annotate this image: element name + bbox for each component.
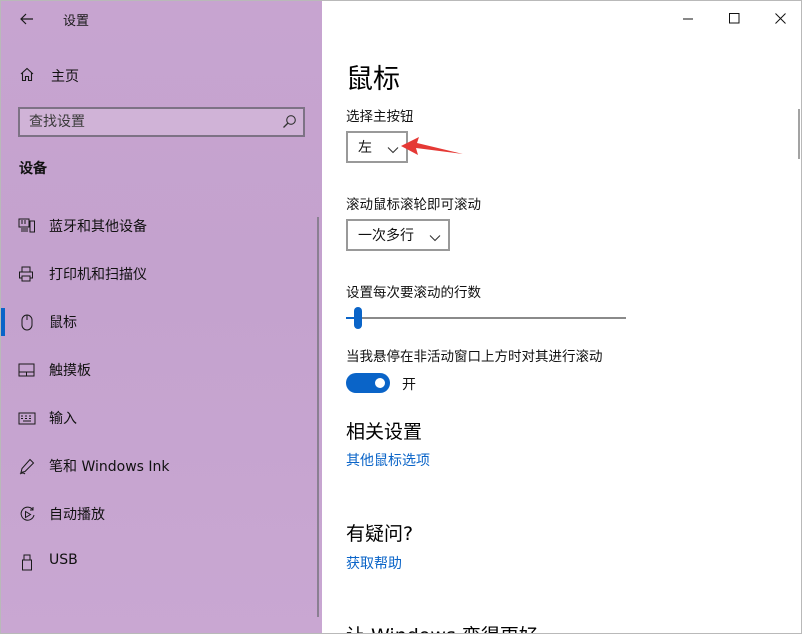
improve-windows-heading: 让 Windows 变得更好 xyxy=(346,621,538,633)
scroll-mode-label: 滚动鼠标滚轮即可滚动 xyxy=(346,197,481,213)
sidebar: 设置 主页 设备 蓝牙和其他设备 xyxy=(1,1,322,633)
get-help-link[interactable]: 获取帮助 xyxy=(346,553,402,573)
inactive-scroll-state: 开 xyxy=(402,377,416,393)
search-input[interactable] xyxy=(20,109,270,135)
question-heading: 有疑问? xyxy=(346,523,414,545)
sidebar-item-label: 蓝牙和其他设备 xyxy=(49,219,147,235)
active-indicator xyxy=(1,308,5,336)
minimize-button[interactable] xyxy=(665,1,711,35)
sidebar-item-usb[interactable]: USB xyxy=(1,538,322,586)
search-box[interactable] xyxy=(18,107,305,137)
bluetooth-devices-icon xyxy=(18,218,36,234)
scroll-lines-slider[interactable] xyxy=(346,307,626,331)
autoplay-icon xyxy=(18,506,36,522)
sidebar-item-label: 鼠标 xyxy=(49,315,77,331)
sidebar-item-label: 打印机和扫描仪 xyxy=(49,267,147,283)
touchpad-icon xyxy=(18,362,36,378)
sidebar-item-mouse[interactable]: 鼠标 xyxy=(1,298,322,346)
main-content: 鼠标 选择主按钮 左 滚动鼠标滚轮即可滚动 一次多行 设置每次要滚动的行数 当我… xyxy=(322,1,801,633)
sidebar-item-home[interactable]: 主页 xyxy=(1,59,322,91)
maximize-icon xyxy=(728,12,739,23)
home-icon xyxy=(19,67,35,86)
sidebar-scrollbar[interactable] xyxy=(317,217,319,617)
sidebar-item-pen[interactable]: 笔和 Windows Ink xyxy=(1,442,322,490)
sidebar-item-touchpad[interactable]: 触摸板 xyxy=(1,346,322,394)
sidebar-item-printers[interactable]: 打印机和扫描仪 xyxy=(1,250,322,298)
related-settings-heading: 相关设置 xyxy=(346,421,423,443)
inactive-scroll-label: 当我悬停在非活动窗口上方时对其进行滚动 xyxy=(346,349,603,365)
scroll-mode-select[interactable]: 一次多行 xyxy=(346,219,450,251)
sidebar-item-label: 触摸板 xyxy=(49,363,91,379)
mouse-icon xyxy=(18,314,36,330)
pen-icon xyxy=(18,458,36,474)
close-icon xyxy=(774,12,786,24)
sidebar-item-home-label: 主页 xyxy=(51,69,79,85)
slider-thumb[interactable] xyxy=(354,307,362,329)
content-scrollbar[interactable] xyxy=(798,109,800,159)
sidebar-item-autoplay[interactable]: 自动播放 xyxy=(1,490,322,538)
inactive-scroll-toggle[interactable] xyxy=(346,373,390,393)
sidebar-item-label: USB xyxy=(49,552,78,568)
section-title-devices: 设备 xyxy=(19,161,47,177)
annotation-arrow-icon xyxy=(401,137,463,155)
maximize-button[interactable] xyxy=(711,1,757,35)
close-button[interactable] xyxy=(757,1,801,35)
additional-mouse-options-link[interactable]: 其他鼠标选项 xyxy=(346,450,430,470)
chevron-down-icon xyxy=(429,230,441,246)
back-arrow-icon xyxy=(20,13,33,25)
sidebar-item-typing[interactable]: 输入 xyxy=(1,394,322,442)
scroll-mode-value: 一次多行 xyxy=(358,228,414,244)
titlebar-left: 设置 xyxy=(1,1,322,37)
keyboard-icon xyxy=(18,410,36,426)
window-controls xyxy=(665,1,801,35)
slider-track[interactable] xyxy=(346,317,626,319)
primary-button-label: 选择主按钮 xyxy=(346,109,414,125)
page-title: 鼠标 xyxy=(346,64,400,95)
toggle-knob xyxy=(375,378,385,388)
chevron-down-icon xyxy=(387,142,399,158)
minimize-icon xyxy=(682,18,693,19)
sidebar-nav: 蓝牙和其他设备 打印机和扫描仪 鼠标 触摸板 输入 笔和 Windows Ink… xyxy=(1,202,322,586)
primary-button-value: 左 xyxy=(358,140,372,156)
sidebar-item-label: 输入 xyxy=(49,411,77,427)
sidebar-item-label: 自动播放 xyxy=(49,507,105,523)
usb-icon xyxy=(18,554,36,570)
scroll-lines-label: 设置每次要滚动的行数 xyxy=(346,285,481,301)
sidebar-item-label: 笔和 Windows Ink xyxy=(49,459,170,475)
sidebar-item-bluetooth[interactable]: 蓝牙和其他设备 xyxy=(1,202,322,250)
settings-window: 设置 主页 设备 蓝牙和其他设备 xyxy=(0,0,802,634)
window-title: 设置 xyxy=(63,14,90,29)
back-button[interactable] xyxy=(13,5,41,33)
printer-icon xyxy=(18,266,36,282)
search-icon[interactable] xyxy=(282,114,297,133)
